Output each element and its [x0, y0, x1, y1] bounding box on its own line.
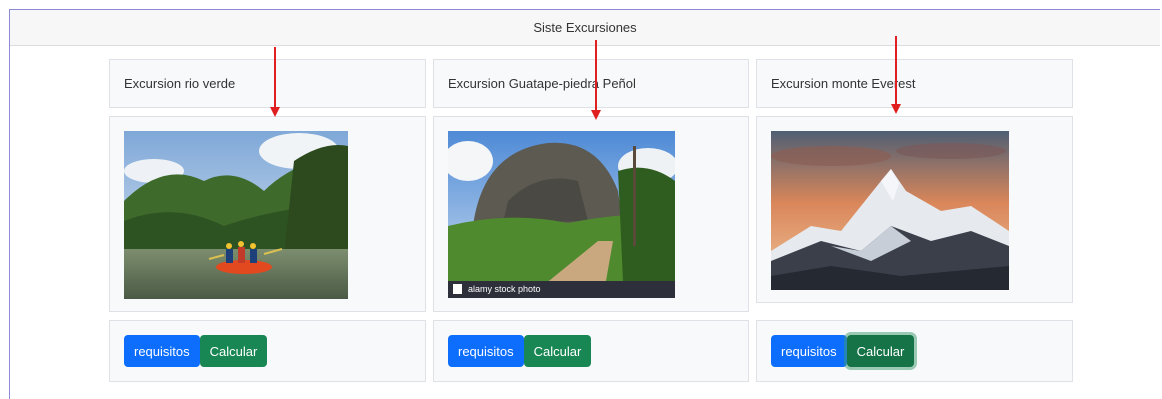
excursion-title: Excursion rio verde	[124, 76, 236, 91]
calcular-button[interactable]: Calcular	[523, 335, 592, 367]
excursion-image-card-2: alamy stock photo	[433, 116, 749, 312]
annotation-arrow-icon	[891, 36, 901, 114]
page-header: Siste Excursiones	[10, 10, 1160, 46]
excursion-actions-card-1: requisitos Calcular	[109, 320, 426, 382]
calcular-button[interactable]: Calcular	[199, 335, 268, 367]
excursion-image-card-1	[109, 116, 426, 312]
annotation-arrow-icon	[270, 47, 280, 117]
mountain-sunset-photo	[771, 131, 1009, 290]
excursion-image-card-3	[756, 116, 1073, 303]
annotation-arrow-icon	[591, 40, 601, 120]
requisitos-button[interactable]: requisitos	[124, 335, 200, 367]
excursion-actions-card-3: requisitos Calcular	[756, 320, 1073, 382]
rock-road-photo	[448, 131, 675, 298]
excursion-title: Excursion Guatape-piedra Peñol	[448, 76, 636, 91]
excursion-title-card-3: Excursion monte Everest	[756, 59, 1073, 108]
alamy-watermark: alamy stock photo	[468, 284, 541, 294]
calcular-button[interactable]: Calcular	[846, 335, 915, 367]
excursion-actions-card-2: requisitos Calcular	[433, 320, 749, 382]
requisitos-button[interactable]: requisitos	[448, 335, 524, 367]
requisitos-button[interactable]: requisitos	[771, 335, 847, 367]
rafting-river-photo	[124, 131, 348, 299]
page-title: Siste Excursiones	[533, 20, 637, 35]
